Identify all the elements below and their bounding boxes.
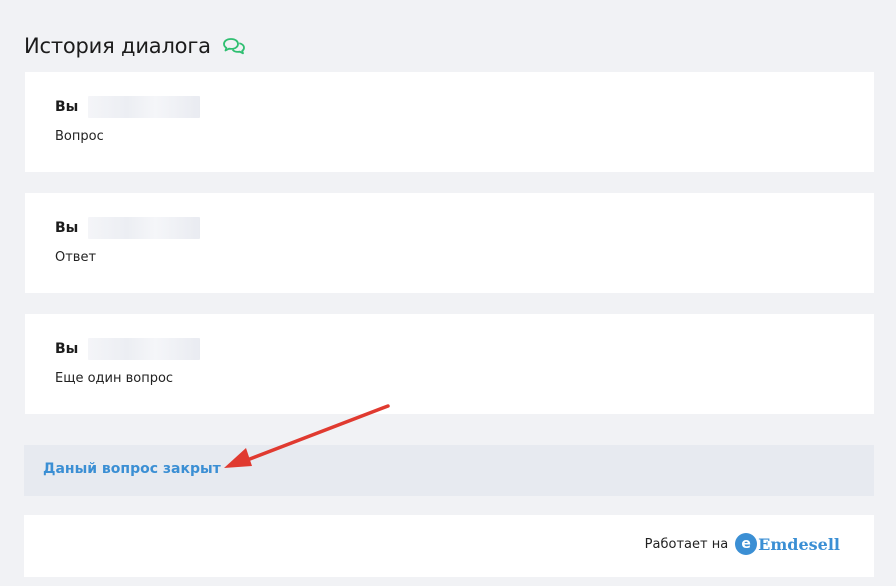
closed-status-text: Даный вопрос закрыт	[43, 461, 221, 477]
closed-status-bar: Даный вопрос закрыт	[24, 445, 874, 496]
message-author: Вы	[55, 99, 79, 115]
emdesell-logo-icon: e	[735, 533, 758, 555]
footer: Работает на e Emdesell	[24, 515, 874, 577]
message-text: Еще один вопрос	[55, 371, 174, 386]
header: История диалога	[24, 28, 245, 64]
redacted-timestamp	[88, 217, 201, 239]
message-text: Ответ	[55, 250, 97, 265]
message-header: Вы	[55, 96, 201, 118]
powered-by-label: Работает на	[644, 536, 729, 552]
powered-by[interactable]: Работает на e Emdesell	[645, 533, 840, 555]
message-card: Вы Вопрос	[25, 72, 874, 172]
redacted-timestamp	[88, 96, 201, 118]
page-title: История диалога	[24, 34, 211, 58]
message-header: Вы	[55, 217, 201, 239]
message-author: Вы	[55, 220, 79, 236]
message-card: Вы Еще один вопрос	[25, 314, 874, 414]
brand-name: Emdesell	[758, 534, 840, 554]
message-header: Вы	[55, 338, 201, 360]
chat-bubbles-icon	[222, 38, 245, 55]
message-author: Вы	[55, 341, 79, 357]
message-text: Вопрос	[55, 129, 104, 144]
redacted-timestamp	[88, 338, 201, 360]
dialog-history-panel: История диалога Вы Вопрос Вы Ответ Вы Ещ…	[24, 0, 874, 586]
message-card: Вы Ответ	[25, 193, 874, 293]
